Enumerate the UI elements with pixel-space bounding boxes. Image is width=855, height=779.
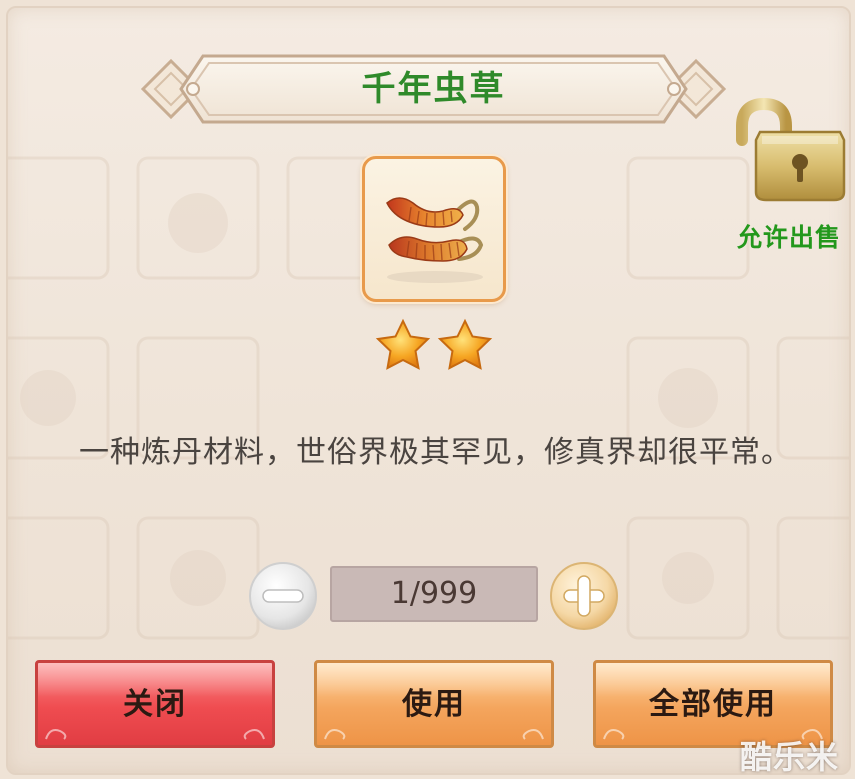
- swirl-ornament-icon: [603, 729, 625, 740]
- quantity-display[interactable]: 1/999: [330, 566, 538, 622]
- swirl-ornament-icon: [243, 729, 265, 740]
- swirl-ornament-icon: [45, 729, 67, 740]
- close-button-label: 关闭: [123, 687, 187, 722]
- item-card: [362, 156, 506, 302]
- item-title: 千年虫草: [361, 69, 506, 109]
- open-lock-icon: [736, 97, 846, 202]
- minus-icon: [249, 562, 317, 630]
- swirl-ornament-icon: [324, 729, 346, 740]
- item-description: 一种炼丹材料，世俗界极其罕见，修真界却很平常。: [79, 435, 792, 470]
- star-rating: [375, 318, 493, 370]
- allow-sale-label: 允许出售: [736, 223, 841, 252]
- use-all-button-label: 全部使用: [649, 687, 777, 722]
- title-banner: 千年虫草: [140, 50, 727, 128]
- swirl-ornament-icon: [522, 729, 544, 740]
- increase-quantity-button[interactable]: [548, 560, 620, 632]
- use-button[interactable]: 使用: [314, 660, 554, 748]
- close-button[interactable]: 关闭: [35, 660, 275, 748]
- plus-icon: [550, 562, 618, 630]
- decrease-quantity-button[interactable]: [247, 560, 319, 632]
- use-all-button[interactable]: 全部使用: [593, 660, 833, 748]
- sell-lock-toggle[interactable]: [728, 96, 849, 208]
- swirl-ornament-icon: [801, 729, 823, 740]
- cordyceps-icon: [386, 197, 484, 283]
- item-detail-panel: 千年虫草 允许出售 一种炼丹材料，世俗界极其罕见，修真界却很平常。 1/999 …: [6, 6, 851, 775]
- use-button-label: 使用: [402, 687, 466, 722]
- star-icon: [375, 318, 431, 370]
- star-icon: [437, 318, 493, 370]
